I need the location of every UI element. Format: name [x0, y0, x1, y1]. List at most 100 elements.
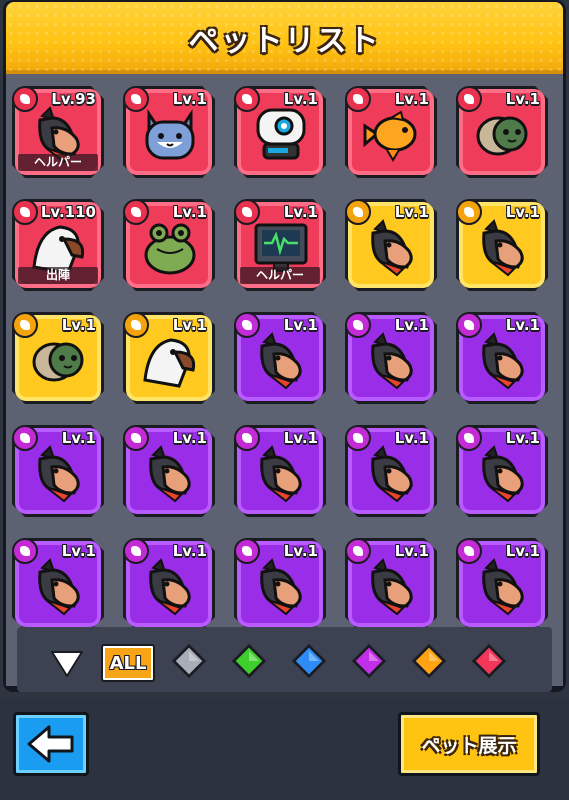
dog-icon: [361, 217, 423, 279]
pet-card[interactable]: Lv.1: [454, 197, 550, 293]
pet-status-tag: 出陣: [18, 267, 98, 284]
rarity-badge-icon: [345, 425, 371, 451]
pet-card[interactable]: Lv.1 ヘルパー: [232, 197, 328, 293]
gem-filter-red-icon[interactable]: [472, 644, 506, 678]
turtle-icon: [472, 104, 534, 166]
rarity-badge-icon: [345, 312, 371, 338]
pet-level: Lv.1: [172, 429, 207, 447]
pet-level: Lv.1: [283, 316, 318, 334]
rarity-badge-icon: [12, 199, 38, 225]
eagle-icon: [139, 330, 201, 392]
pet-level: Lv.1: [394, 90, 429, 108]
turtle-icon: [28, 330, 90, 392]
pet-level: Lv.1: [172, 203, 207, 221]
rarity-badge-icon: [456, 199, 482, 225]
pet-level: Lv.1: [394, 542, 429, 560]
rarity-badge-icon: [123, 312, 149, 338]
robot-icon: [250, 104, 312, 166]
pet-level: Lv.1: [505, 429, 540, 447]
pet-status-tag: ヘルパー: [18, 154, 98, 171]
page-title: ペットリスト: [188, 24, 381, 59]
pet-level: Lv.1: [505, 203, 540, 221]
rarity-badge-icon: [234, 86, 260, 112]
frog-icon: [139, 217, 201, 279]
dog-icon: [250, 330, 312, 392]
dog-icon: [139, 556, 201, 618]
dog-icon: [250, 443, 312, 505]
pet-status-tag: ヘルパー: [240, 267, 320, 284]
pet-level: Lv.1: [394, 429, 429, 447]
pet-card[interactable]: Lv.1: [232, 310, 328, 406]
pet-card[interactable]: Lv.1: [121, 423, 217, 519]
rarity-badge-icon: [345, 86, 371, 112]
dog-icon: [472, 217, 534, 279]
pet-display-button[interactable]: ペット展示: [398, 712, 540, 776]
pet-card[interactable]: Lv.1: [343, 423, 439, 519]
sort-down-icon[interactable]: [50, 647, 84, 681]
pet-card[interactable]: Lv.1: [454, 423, 550, 519]
rarity-badge-icon: [123, 199, 149, 225]
gem-filter-blue-icon[interactable]: [292, 644, 326, 678]
pet-card[interactable]: Lv.1: [454, 536, 550, 632]
pet-level: Lv.1: [283, 429, 318, 447]
rarity-badge-icon: [456, 312, 482, 338]
pet-card[interactable]: Lv.1: [10, 310, 106, 406]
dog-icon: [139, 443, 201, 505]
pet-card[interactable]: Lv.1: [232, 423, 328, 519]
rarity-badge-icon: [12, 425, 38, 451]
rarity-badge-icon: [234, 199, 260, 225]
filter-all-button[interactable]: ALL: [101, 644, 155, 682]
pet-card[interactable]: Lv.1: [454, 84, 550, 180]
pet-card[interactable]: Lv.1: [121, 536, 217, 632]
pet-card[interactable]: Lv.1: [454, 310, 550, 406]
rarity-badge-icon: [456, 538, 482, 564]
gem-filter-green-icon[interactable]: [232, 644, 266, 678]
pet-card[interactable]: Lv.1: [343, 197, 439, 293]
pet-level: Lv.1: [283, 203, 318, 221]
rarity-badge-icon: [456, 425, 482, 451]
pet-level: Lv.110: [40, 203, 96, 221]
pet-card[interactable]: Lv.110 出陣: [10, 197, 106, 293]
pet-level: Lv.1: [505, 542, 540, 560]
rarity-badge-icon: [123, 86, 149, 112]
pet-level: Lv.1: [505, 316, 540, 334]
rarity-badge-icon: [12, 538, 38, 564]
dog-icon: [472, 443, 534, 505]
dog-icon: [28, 556, 90, 618]
rarity-badge-icon: [234, 312, 260, 338]
pet-level: Lv.1: [394, 203, 429, 221]
rarity-badge-icon: [345, 538, 371, 564]
rarity-badge-icon: [234, 425, 260, 451]
pet-level: Lv.1: [172, 90, 207, 108]
pet-card[interactable]: Lv.1: [232, 536, 328, 632]
pet-card[interactable]: Lv.1: [232, 84, 328, 180]
pet-level: Lv.1: [172, 542, 207, 560]
dog-icon: [250, 556, 312, 618]
pet-card[interactable]: Lv.1: [10, 423, 106, 519]
pet-level: Lv.1: [505, 90, 540, 108]
rarity-badge-icon: [456, 86, 482, 112]
pet-card[interactable]: Lv.1: [121, 197, 217, 293]
pet-card[interactable]: Lv.1: [121, 310, 217, 406]
rarity-badge-icon: [12, 312, 38, 338]
pet-card[interactable]: Lv.1: [121, 84, 217, 180]
gem-filter-purple-icon[interactable]: [352, 644, 386, 678]
gem-filter-gray-icon[interactable]: [172, 644, 206, 678]
pet-level: Lv.1: [61, 429, 96, 447]
pet-card[interactable]: Lv.1: [343, 310, 439, 406]
rarity-badge-icon: [345, 199, 371, 225]
back-button[interactable]: [13, 712, 89, 776]
rarity-badge-icon: [123, 425, 149, 451]
goldfish-icon: [361, 104, 423, 166]
pet-level: Lv.1: [394, 316, 429, 334]
pet-level: Lv.1: [172, 316, 207, 334]
dog-icon: [472, 556, 534, 618]
pet-card[interactable]: Lv.1: [10, 536, 106, 632]
pet-card[interactable]: Lv.1: [343, 536, 439, 632]
pet-card[interactable]: Lv.93 ヘルパー: [10, 84, 106, 180]
dog-icon: [28, 443, 90, 505]
pet-card[interactable]: Lv.1: [343, 84, 439, 180]
filter-bar: ALL: [17, 627, 552, 692]
rarity-badge-icon: [234, 538, 260, 564]
gem-filter-orange-icon[interactable]: [412, 644, 446, 678]
